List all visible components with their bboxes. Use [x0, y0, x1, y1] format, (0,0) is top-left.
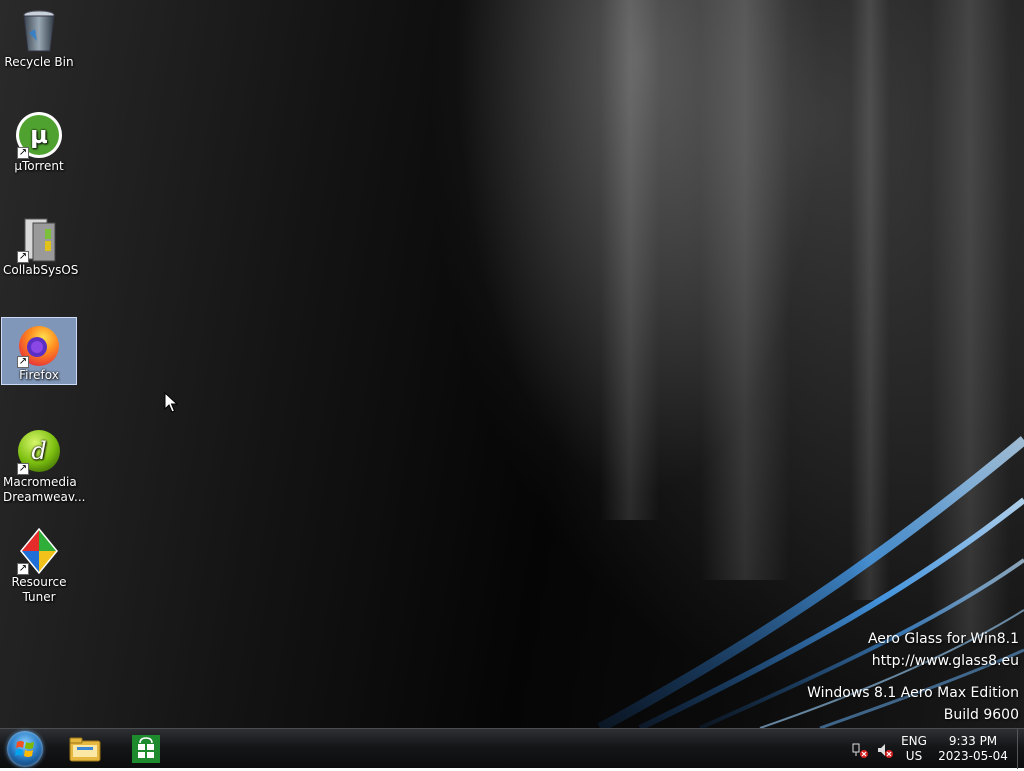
- desktop-icon-label: CollabSysOS: [3, 263, 79, 277]
- language-region: US: [905, 749, 923, 763]
- resource-tuner-icon: ↗: [15, 527, 63, 575]
- wallpaper-streaks: [597, 0, 1024, 728]
- taskbar-file-explorer-button[interactable]: [67, 733, 103, 765]
- desktop-icon-label-line1: Macromedia: [3, 475, 77, 489]
- store-icon: [132, 735, 160, 763]
- shortcut-arrow-icon: ↗: [17, 463, 29, 475]
- desktop-icon-resource-tuner[interactable]: ↗ Resource Tuner: [1, 524, 77, 608]
- aero-glass-watermark: Aero Glass for Win8.1 http://www.glass8.…: [807, 628, 1019, 726]
- mouse-cursor-icon: [164, 392, 178, 413]
- shortcut-arrow-icon: ↗: [17, 251, 29, 263]
- collabsysos-icon: ↗: [15, 215, 63, 263]
- desktop-icon-label: Firefox: [19, 368, 59, 382]
- language-indicator[interactable]: ENG US: [898, 734, 930, 764]
- desktop[interactable]: Recycle Bin µ ↗ µTorrent ↗ CollabSysOS ↗…: [0, 0, 1024, 728]
- language-code: ENG: [901, 734, 927, 748]
- watermark-line-1: Aero Glass for Win8.1: [867, 631, 1019, 647]
- desktop-icon-dreamweaver[interactable]: d ↗ Macromedia Dreamweav...: [1, 424, 86, 506]
- clock-date: 2023-05-04: [938, 749, 1008, 763]
- dreamweaver-icon: d ↗: [15, 427, 63, 475]
- recycle-bin-icon: [15, 7, 63, 55]
- shortcut-arrow-icon: ↗: [17, 147, 29, 159]
- taskbar: ENG US 9:33 PM 2023-05-04: [0, 728, 1024, 769]
- shortcut-arrow-icon: ↗: [17, 563, 29, 575]
- desktop-icon-utorrent[interactable]: µ ↗ µTorrent: [1, 108, 77, 176]
- network-disconnected-icon[interactable]: [851, 741, 869, 759]
- show-desktop-button[interactable]: [1017, 729, 1024, 769]
- desktop-icon-label-line2: Dreamweav...: [3, 490, 86, 504]
- watermark-line-4: Build 9600: [943, 707, 1019, 723]
- start-orb-icon[interactable]: [7, 731, 43, 767]
- desktop-icon-collabsysos[interactable]: ↗ CollabSysOS: [1, 212, 79, 280]
- desktop-icon-label: Recycle Bin: [4, 55, 74, 69]
- desktop-icon-recycle-bin[interactable]: Recycle Bin: [1, 4, 77, 72]
- watermark-line-2: http://www.glass8.eu: [871, 653, 1019, 669]
- svg-text:d: d: [31, 437, 46, 465]
- shortcut-arrow-icon: ↗: [17, 356, 29, 368]
- desktop-icon-label-line2: Tuner: [22, 590, 56, 604]
- system-tray: ENG US 9:33 PM 2023-05-04: [824, 729, 1024, 769]
- desktop-icon-firefox[interactable]: ↗ Firefox: [1, 317, 77, 385]
- volume-muted-icon[interactable]: [876, 741, 894, 759]
- watermark-line-3: Windows 8.1 Aero Max Edition: [807, 685, 1019, 701]
- clock-time: 9:33 PM: [948, 734, 998, 748]
- firefox-icon: ↗: [15, 320, 63, 368]
- utorrent-icon: µ ↗: [15, 111, 63, 159]
- clock[interactable]: 9:33 PM 2023-05-04: [938, 734, 1008, 764]
- file-explorer-icon: [69, 737, 101, 762]
- taskbar-store-button[interactable]: [128, 733, 164, 765]
- svg-text:µ: µ: [30, 121, 48, 149]
- desktop-icon-label-line1: Resource: [11, 575, 67, 589]
- desktop-icon-label: µTorrent: [14, 159, 64, 173]
